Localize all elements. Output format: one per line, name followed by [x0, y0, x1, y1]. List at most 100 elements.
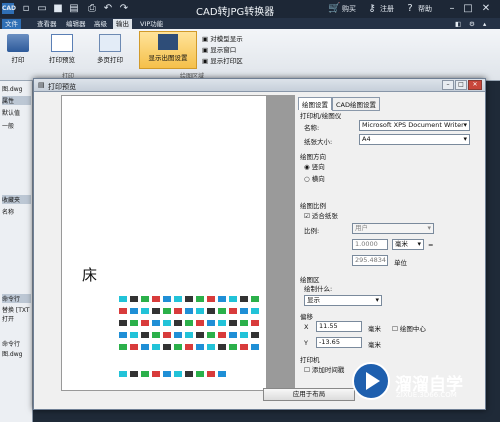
symbol-thumbnail: [141, 296, 149, 302]
save-as-icon[interactable]: ▤: [68, 3, 80, 14]
symbol-thumbnail: [119, 371, 127, 377]
symbol-thumbnail: [152, 344, 160, 350]
symbol-thumbnail: [240, 344, 248, 350]
symbol-thumbnail: [174, 332, 182, 338]
apply-to-layout-button[interactable]: 应用于布局: [263, 388, 355, 401]
symbol-thumbnail: [163, 332, 171, 338]
x-label: X: [304, 323, 309, 331]
undo-icon[interactable]: ↶: [102, 3, 114, 14]
printer-section-title: 打印机/绘图仪: [300, 112, 342, 120]
save-icon[interactable]: ■: [52, 3, 64, 14]
watermark-play-icon: [352, 362, 390, 400]
symbol-thumbnail: [207, 296, 215, 302]
general-node[interactable]: 一般: [2, 121, 14, 130]
help-link[interactable]: 帮助: [418, 4, 432, 14]
tab-editor[interactable]: 编辑器: [63, 19, 89, 29]
command-line-footer: 命令行: [2, 341, 21, 348]
symbol-thumbnail: [119, 332, 127, 338]
symbol-thumbnail: [185, 332, 193, 338]
y-offset-field[interactable]: -13.65: [316, 337, 362, 348]
ratio-select[interactable]: 用户: [352, 223, 434, 234]
draw-what-select[interactable]: 显示: [304, 295, 382, 306]
symbol-thumbnail: [196, 308, 204, 314]
open-folder-icon[interactable]: ▭: [36, 3, 48, 14]
multi-page-print-button[interactable]: 多页打印: [92, 32, 128, 64]
landscape-radio[interactable]: ○ 横向: [304, 173, 325, 183]
symbol-thumbnail: [141, 344, 149, 350]
scale-section-title: 绘图比例: [300, 202, 326, 210]
show-window-button[interactable]: ▣ 显示窗口: [202, 44, 236, 54]
watermark-url: ZIXUE.3D66.COM: [396, 391, 457, 399]
left-panel: 图.dwg 属性 默认值 一般 收藏夹 名称 命令行 替换 [TXT 打开 命令…: [0, 81, 33, 422]
x-offset-field[interactable]: 11.55: [316, 321, 362, 332]
tab-advanced[interactable]: 高级: [91, 19, 110, 29]
symbol-thumbnail: [207, 344, 215, 350]
tab-viewer[interactable]: 查看器: [34, 19, 60, 29]
timestamp-checkbox[interactable]: ☐ 添加时间戳: [304, 364, 344, 374]
tab-plot-settings[interactable]: 绘图设置: [298, 97, 332, 110]
dialog-maximize-icon[interactable]: □: [455, 80, 467, 90]
scale-result-field[interactable]: 295.4834: [352, 255, 388, 266]
symbol-thumbnail: [163, 320, 171, 326]
minimize-icon[interactable]: –: [446, 3, 458, 14]
show-settings-button[interactable]: 显示出图设置: [139, 31, 197, 69]
favorites-header: 收藏夹: [2, 195, 31, 204]
close-icon[interactable]: ✕: [480, 3, 492, 14]
tab-file[interactable]: 文件: [2, 19, 21, 29]
symbol-thumbnail: [141, 332, 149, 338]
symbol-thumbnail: [229, 308, 237, 314]
symbol-thumbnail: [218, 344, 226, 350]
properties-header: 属性: [2, 96, 31, 105]
title-bar: CAD ▫ ▭ ■ ▤ ⎙ ↶ ↷ CAD转JPG转换器 🛒 购买 ⚷ 注册 ?…: [0, 0, 500, 18]
symbol-thumbnail: [251, 308, 259, 314]
print-quick-icon[interactable]: ⎙: [86, 3, 98, 14]
show-print-area-button[interactable]: ▣ 显示打印区: [202, 55, 243, 65]
symbol-thumbnail: [130, 371, 138, 377]
file-tab[interactable]: 图.dwg: [2, 84, 22, 93]
command-history-2: 打开: [2, 316, 15, 323]
settings-icon[interactable]: ⚙: [466, 19, 478, 29]
maximize-icon[interactable]: □: [462, 3, 474, 14]
fit-paper-checkbox[interactable]: ☑ 适合纸张: [304, 210, 338, 220]
buy-link[interactable]: 购买: [342, 4, 356, 14]
paper-size-select[interactable]: A4: [359, 134, 470, 145]
symbol-thumbnail: [251, 344, 259, 350]
tab-output[interactable]: 输出: [113, 19, 132, 29]
new-icon[interactable]: ▫: [20, 3, 32, 14]
printer-name-select[interactable]: Microsoft XPS Document Writer: [359, 120, 470, 131]
scale-unit-select[interactable]: 毫米: [392, 239, 424, 250]
help-icon[interactable]: ?: [404, 3, 416, 14]
symbol-thumbnail: [207, 332, 215, 338]
symbol-thumbnail: [218, 320, 226, 326]
tab-vip[interactable]: VIP功能: [137, 19, 166, 29]
symbol-thumbnail: [229, 320, 237, 326]
symbol-thumbnail: [119, 344, 127, 350]
register-link[interactable]: 注册: [380, 4, 394, 14]
symbol-thumbnail: [196, 332, 204, 338]
file-tab-bottom[interactable]: 图.dwg: [2, 349, 22, 358]
model-show-button[interactable]: ▣ 对模型显示: [202, 33, 243, 43]
equals-sign: =: [428, 241, 434, 249]
dialog-close-icon[interactable]: ✕: [468, 80, 482, 90]
print-preview-button[interactable]: 打印预览: [44, 32, 80, 64]
symbol-thumbnail: [130, 296, 138, 302]
portrait-radio[interactable]: ◉ 竖向: [304, 161, 325, 171]
symbol-thumbnail: [229, 332, 237, 338]
name-column: 名称: [2, 209, 15, 216]
dialog-minimize-icon[interactable]: –: [442, 80, 454, 90]
symbol-thumbnail: [240, 296, 248, 302]
ribbon-collapse-icon[interactable]: ▴: [480, 19, 489, 29]
symbol-thumbnail: [163, 371, 171, 377]
redo-icon[interactable]: ↷: [118, 3, 130, 14]
cart-icon[interactable]: 🛒: [328, 3, 340, 14]
symbol-thumbnail: [218, 308, 226, 314]
print-preview-canvas[interactable]: 床: [61, 95, 267, 391]
tab-cad-settings[interactable]: CAD绘图设置: [332, 97, 380, 111]
print-button[interactable]: 打印: [4, 32, 32, 64]
scale-value-field[interactable]: 1.0000: [352, 239, 388, 250]
key-icon[interactable]: ⚷: [366, 3, 378, 14]
symbol-thumbnail: [185, 344, 193, 350]
palette-icon[interactable]: ◧: [452, 19, 464, 29]
center-checkbox[interactable]: ☐ 绘图中心: [392, 323, 426, 333]
settings-screen-icon: [158, 34, 178, 50]
